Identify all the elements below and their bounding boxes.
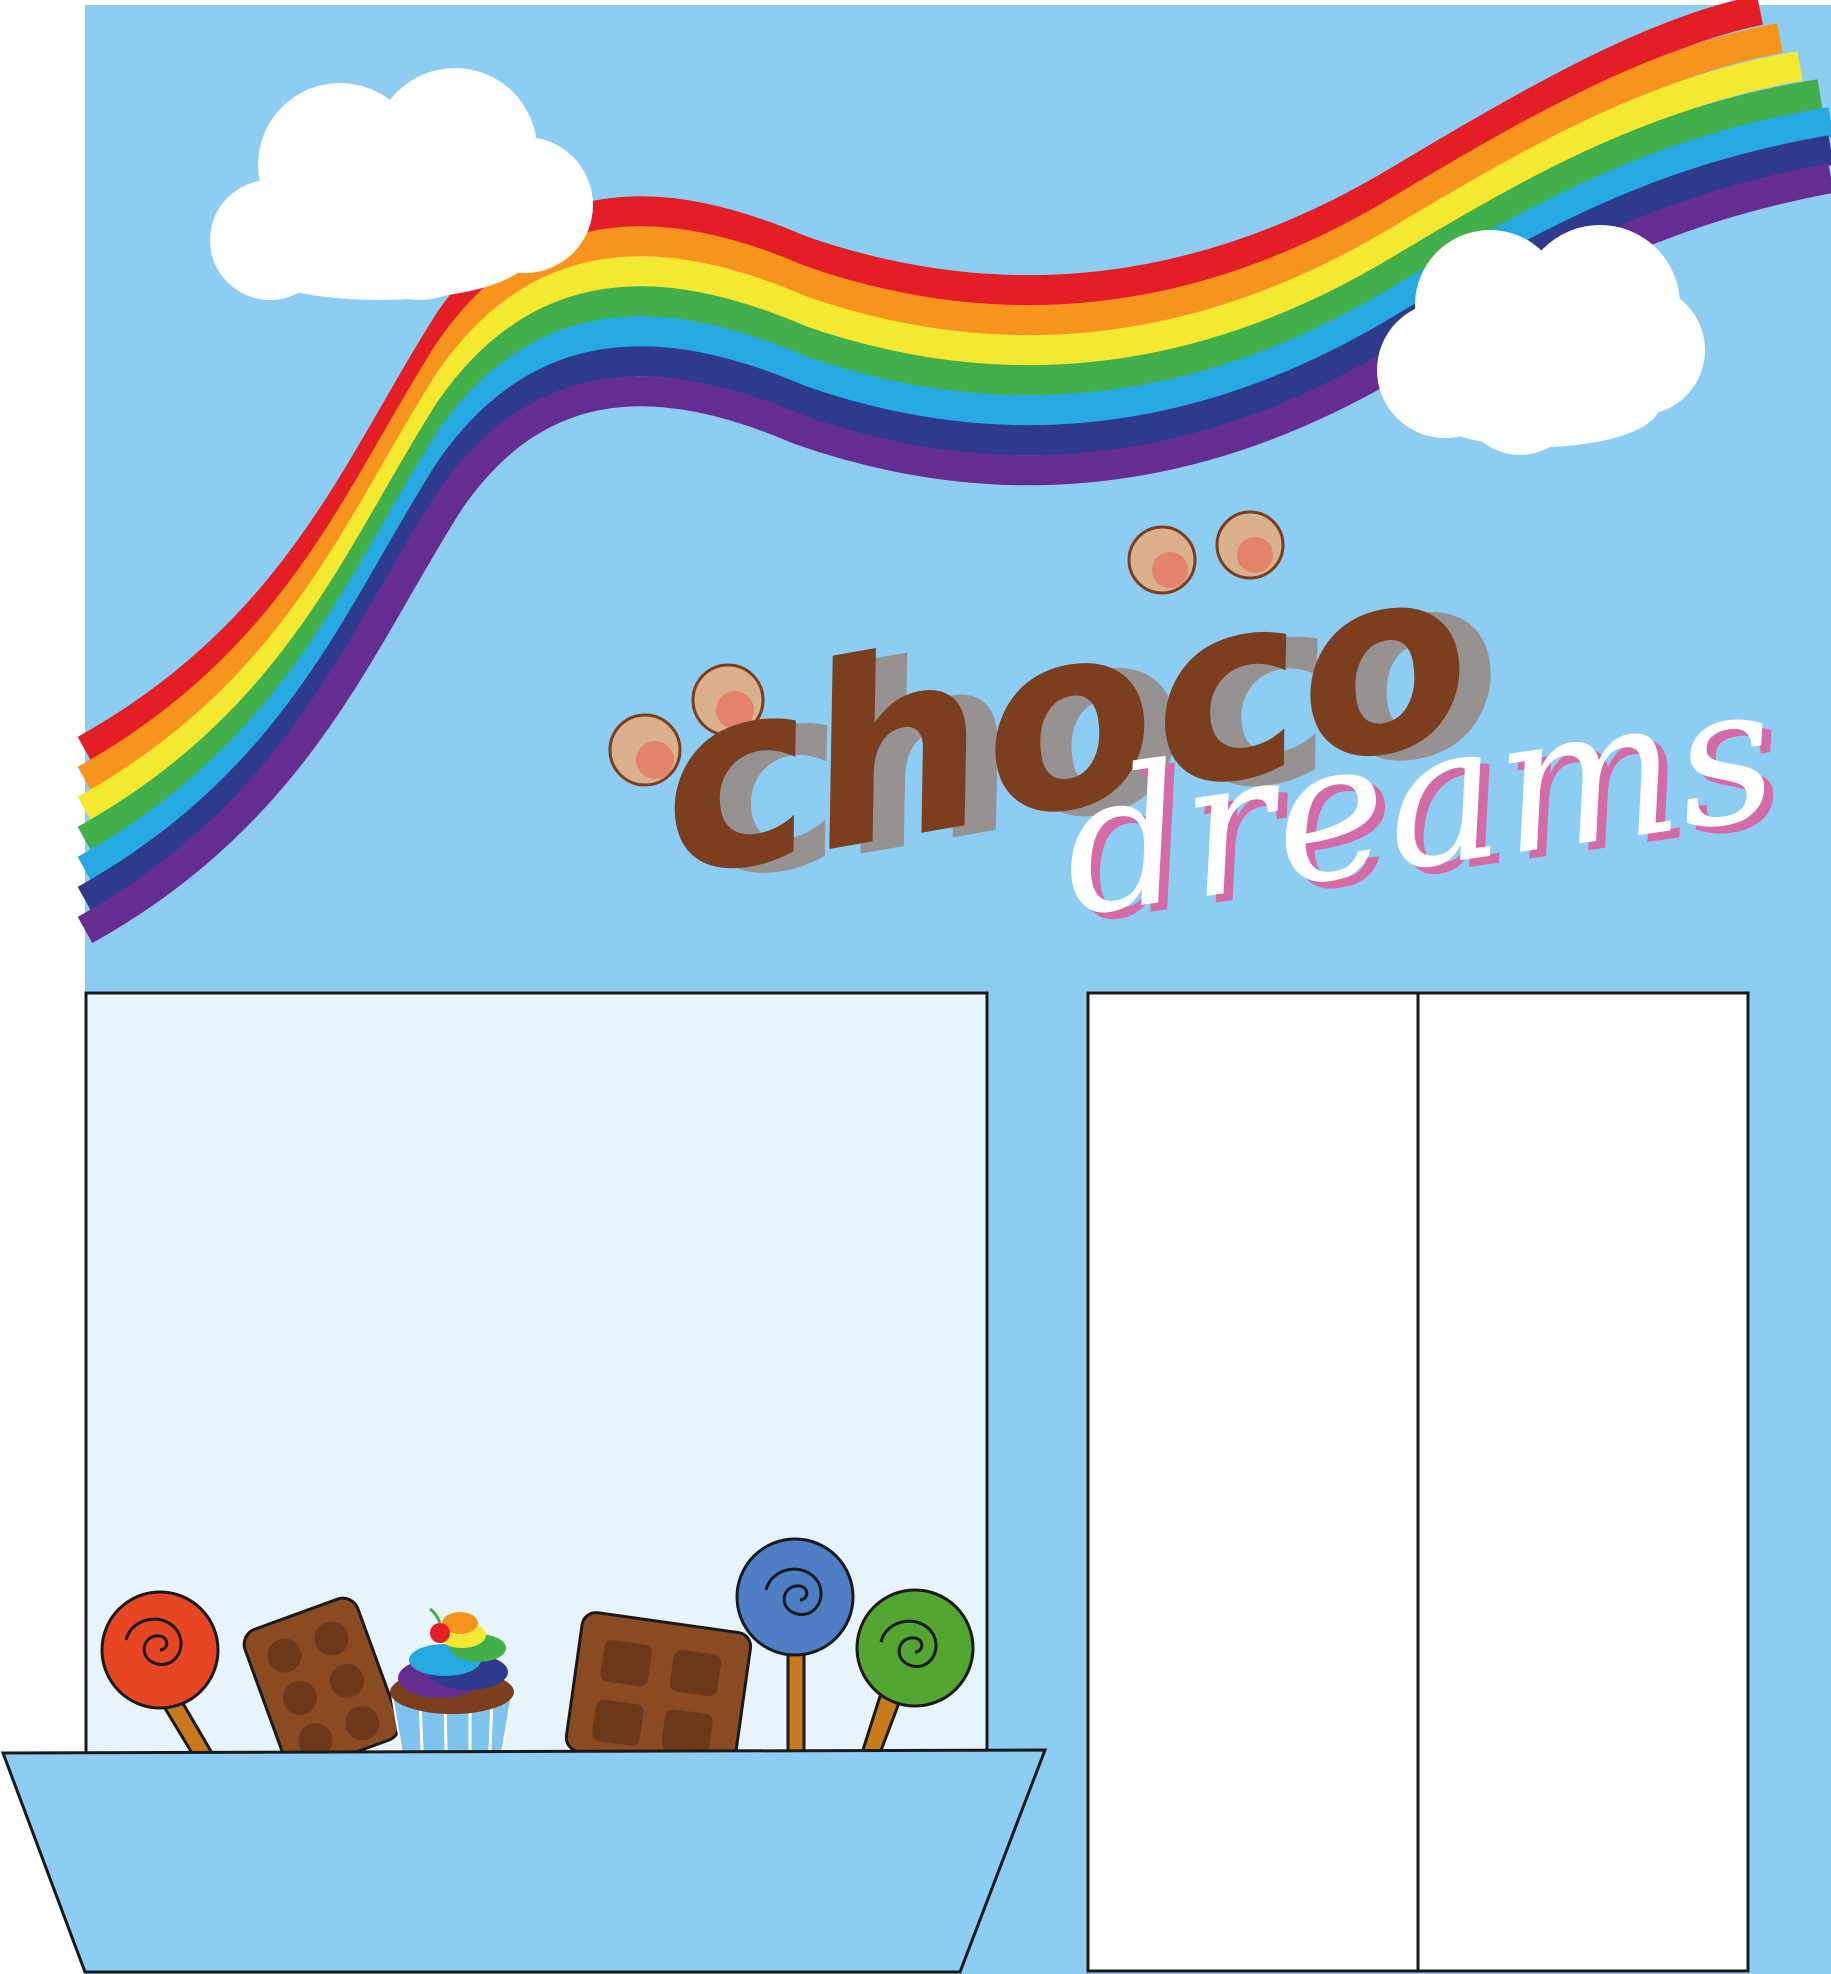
chocolate-bar-icon: [564, 1611, 753, 1773]
window-planter-box: [0, 1748, 1048, 1974]
storefront-illustration: choco choco dreams dreams: [0, 0, 1831, 1974]
double-door[interactable]: [1086, 991, 1750, 1973]
shop-window: [84, 991, 989, 1755]
door-left[interactable]: [1086, 991, 1420, 1973]
door-right[interactable]: [1416, 991, 1750, 1973]
